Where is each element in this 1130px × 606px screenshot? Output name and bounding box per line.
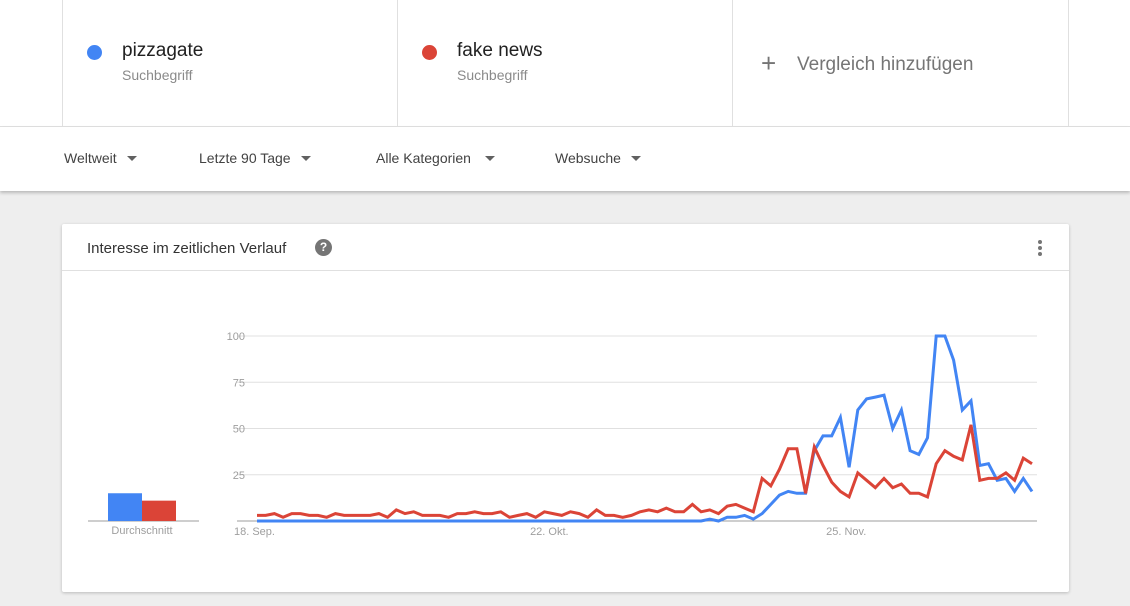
series-color-dot-icon — [422, 45, 437, 60]
term-name: fake news — [457, 40, 543, 61]
time-range-filter-dropdown[interactable]: Letzte 90 Tage — [199, 150, 311, 166]
y-tick-label: 100 — [227, 331, 245, 343]
series-color-dot-icon — [87, 45, 102, 60]
y-tick-label: 25 — [233, 470, 245, 482]
y-tick-label: 75 — [233, 377, 245, 389]
series-line-fake-news — [257, 424, 1033, 520]
caret-down-icon — [630, 155, 641, 161]
x-tick-label: 18. Sep. — [234, 526, 275, 538]
y-tick-label: 50 — [233, 424, 245, 436]
search-terms-bar: pizzagate Suchbegriff fake news Suchbegr… — [0, 0, 1130, 127]
search-type-filter-dropdown[interactable]: Websuche — [555, 150, 641, 166]
filter-label: Letzte 90 Tage — [199, 150, 291, 166]
region-filter-dropdown[interactable]: Weltweit — [64, 150, 137, 166]
x-tick-label: 22. Okt. — [530, 526, 569, 538]
search-term-pizzagate[interactable]: pizzagate Suchbegriff — [62, 0, 398, 127]
search-term-fake-news[interactable]: fake news Suchbegriff — [397, 0, 733, 127]
average-label: Durchschnitt — [111, 525, 172, 537]
filter-label: Alle Kategorien — [376, 150, 471, 166]
add-comparison-label: Vergleich hinzufügen — [797, 54, 974, 75]
term-type: Suchbegriff — [122, 67, 193, 83]
caret-down-icon — [300, 155, 311, 161]
x-tick-label: 25. Nov. — [826, 526, 866, 538]
caret-down-icon — [126, 155, 137, 161]
caret-down-icon — [484, 155, 495, 161]
term-type: Suchbegriff — [457, 67, 528, 83]
average-bar-pizzagate — [108, 493, 142, 521]
plus-icon: + — [761, 48, 777, 78]
category-filter-dropdown[interactable]: Alle Kategorien — [376, 150, 495, 166]
interest-over-time-card: Interesse im zeitlichen Verlauf ? 25 50 75… — [62, 224, 1069, 592]
interest-chart: 25 50 75 100 Durchschnitt 18. Sep. 22. Okt. 2… — [88, 331, 1037, 538]
term-name: pizzagate — [122, 40, 204, 61]
filter-label: Weltweit — [64, 150, 117, 166]
add-comparison-button[interactable]: + Vergleich hinzufügen — [732, 0, 1069, 127]
average-bar-fake-news — [142, 500, 176, 521]
filter-bar: Weltweit Letzte 90 Tage Alle Kategorien … — [0, 127, 1130, 191]
filter-label: Websuche — [555, 150, 621, 166]
